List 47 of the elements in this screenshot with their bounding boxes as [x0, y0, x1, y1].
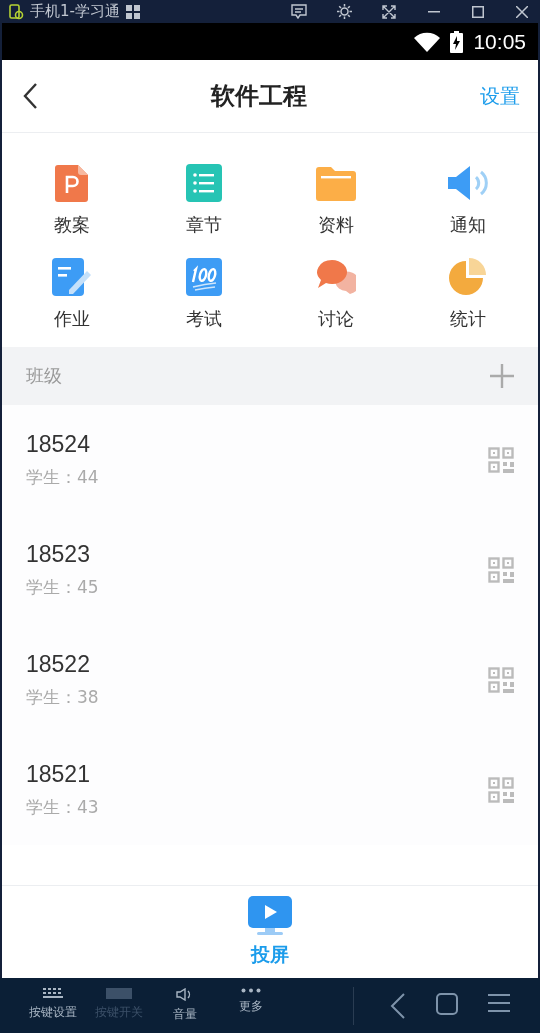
status-time: 10:05 — [473, 29, 526, 54]
feature-button[interactable]: 章节 — [138, 163, 270, 237]
window-title: 手机1-学习通 — [30, 2, 120, 21]
toolbar-button[interactable]: 更多 — [220, 988, 282, 1023]
document-icon — [54, 163, 90, 203]
student-count: 学生：38 — [26, 686, 99, 709]
edit-document-icon — [52, 258, 92, 296]
page-title: 软件工程 — [211, 81, 307, 112]
student-count: 学生：43 — [26, 796, 99, 819]
toolbar-button[interactable]: 音量 — [154, 988, 216, 1023]
feature-button[interactable]: 教案 — [6, 163, 138, 237]
feature-button[interactable]: 统计 — [402, 257, 534, 331]
class-name: 18522 — [26, 651, 91, 678]
student-count: 学生：45 — [26, 576, 99, 599]
chat-bubbles-icon — [316, 258, 356, 296]
minimize-icon[interactable] — [428, 10, 440, 13]
class-name: 18521 — [26, 761, 91, 788]
keyboard-icon — [43, 988, 63, 999]
close-icon[interactable] — [516, 5, 528, 18]
folder-icon — [316, 165, 356, 201]
feature-button[interactable]: 讨论 — [270, 257, 402, 331]
class-name: 18523 — [26, 541, 91, 568]
section-title: 班级 — [26, 364, 62, 388]
wifi-icon — [414, 31, 441, 52]
back-button[interactable] — [22, 82, 38, 110]
feature-button[interactable]: 考试 — [138, 257, 270, 331]
speaker-icon — [446, 164, 490, 202]
feature-button[interactable]: 通知 — [402, 163, 534, 237]
class-name: 18524 — [26, 431, 91, 458]
more-icon — [241, 988, 261, 993]
feature-button[interactable]: 资料 — [270, 163, 402, 237]
monitor-play-icon — [248, 896, 292, 936]
maximize-icon[interactable] — [472, 5, 484, 18]
battery-charging-icon — [450, 30, 464, 53]
phone-app-icon — [8, 3, 24, 20]
back-button[interactable] — [390, 992, 406, 1019]
score-icon — [186, 258, 222, 296]
settings-icon[interactable] — [337, 4, 352, 19]
qr-code-icon[interactable] — [125, 4, 140, 19]
student-count: 学生：44 — [26, 466, 99, 489]
fullscreen-icon[interactable] — [382, 4, 396, 19]
pie-chart-icon — [449, 258, 487, 296]
feature-button[interactable]: 作业 — [6, 257, 138, 331]
list-icon — [186, 164, 222, 202]
toolbar-button[interactable]: 按键设置 — [22, 988, 84, 1023]
toggle-icon — [106, 988, 132, 999]
message-icon[interactable] — [291, 4, 307, 19]
